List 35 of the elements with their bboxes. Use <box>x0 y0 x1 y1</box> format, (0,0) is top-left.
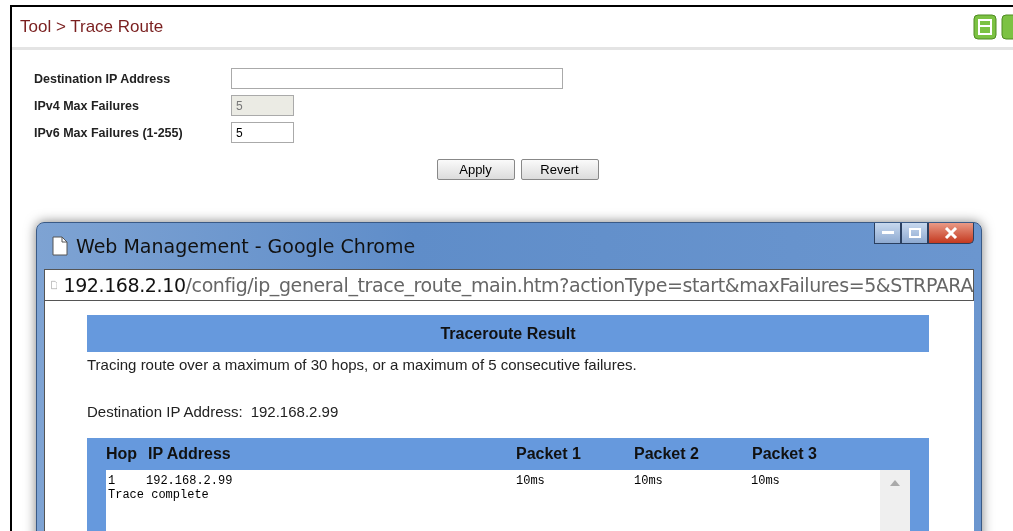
summary-text: Tracing route over a maximum of 30 hops, or a maximum of 5 consecutive failures. <box>87 356 638 373</box>
close-icon <box>944 227 958 239</box>
output-line: Trace complete <box>108 488 210 502</box>
field-label: Destination IP Address <box>34 71 172 86</box>
close-button[interactable] <box>928 223 974 244</box>
output-cell-text: 192.168.2.99 <box>146 474 234 488</box>
output-cell-text: 1 <box>108 474 117 488</box>
minimize-button[interactable] <box>874 223 901 244</box>
address-bar[interactable]: 192.168.2.10/config/ip_general_trace_route_main.htm?actionType=start&maxFailures=5&STRPARA <box>44 269 974 301</box>
maximize-button[interactable] <box>901 223 928 244</box>
url-text: 192.168.2.10/config/ip_general_trace_route_main.htm?actionType=start&maxFailures=5&STRPARA <box>63 274 973 296</box>
output-cell-text: 10ms <box>516 474 546 488</box>
breadcrumb-title: Tool > Trace Route <box>20 17 164 37</box>
minimize-icon <box>881 231 894 235</box>
window-title: Web Management - Google Chrome <box>76 235 417 257</box>
column-header: Packet 2 <box>634 445 700 463</box>
input-field[interactable] <box>231 68 563 89</box>
field-label: IPv6 Max Failures (1-255) <box>34 125 184 140</box>
maximize-icon <box>908 228 921 238</box>
scroll-up-icon[interactable] <box>890 480 900 486</box>
input-field[interactable]: 5 <box>231 122 294 143</box>
form-button[interactable]: Revert <box>520 159 599 180</box>
field-label: IPv4 Max Failures <box>34 98 140 113</box>
column-header: Hop <box>106 445 139 463</box>
column-header: Packet 3 <box>752 445 818 463</box>
output-cell-text: 10ms <box>751 474 781 488</box>
save-icon[interactable] <box>973 14 997 40</box>
destination-value: 192.168.2.99 <box>250 403 339 420</box>
page-icon <box>52 236 68 256</box>
result-title-bar: Traceroute Result <box>87 315 929 352</box>
destination-label: Destination IP Address: <box>87 403 243 420</box>
column-header: Packet 1 <box>516 445 582 463</box>
column-header: IP Address <box>148 445 232 463</box>
form-button[interactable]: Apply <box>436 159 515 180</box>
output-cell-text: 10ms <box>634 474 664 488</box>
